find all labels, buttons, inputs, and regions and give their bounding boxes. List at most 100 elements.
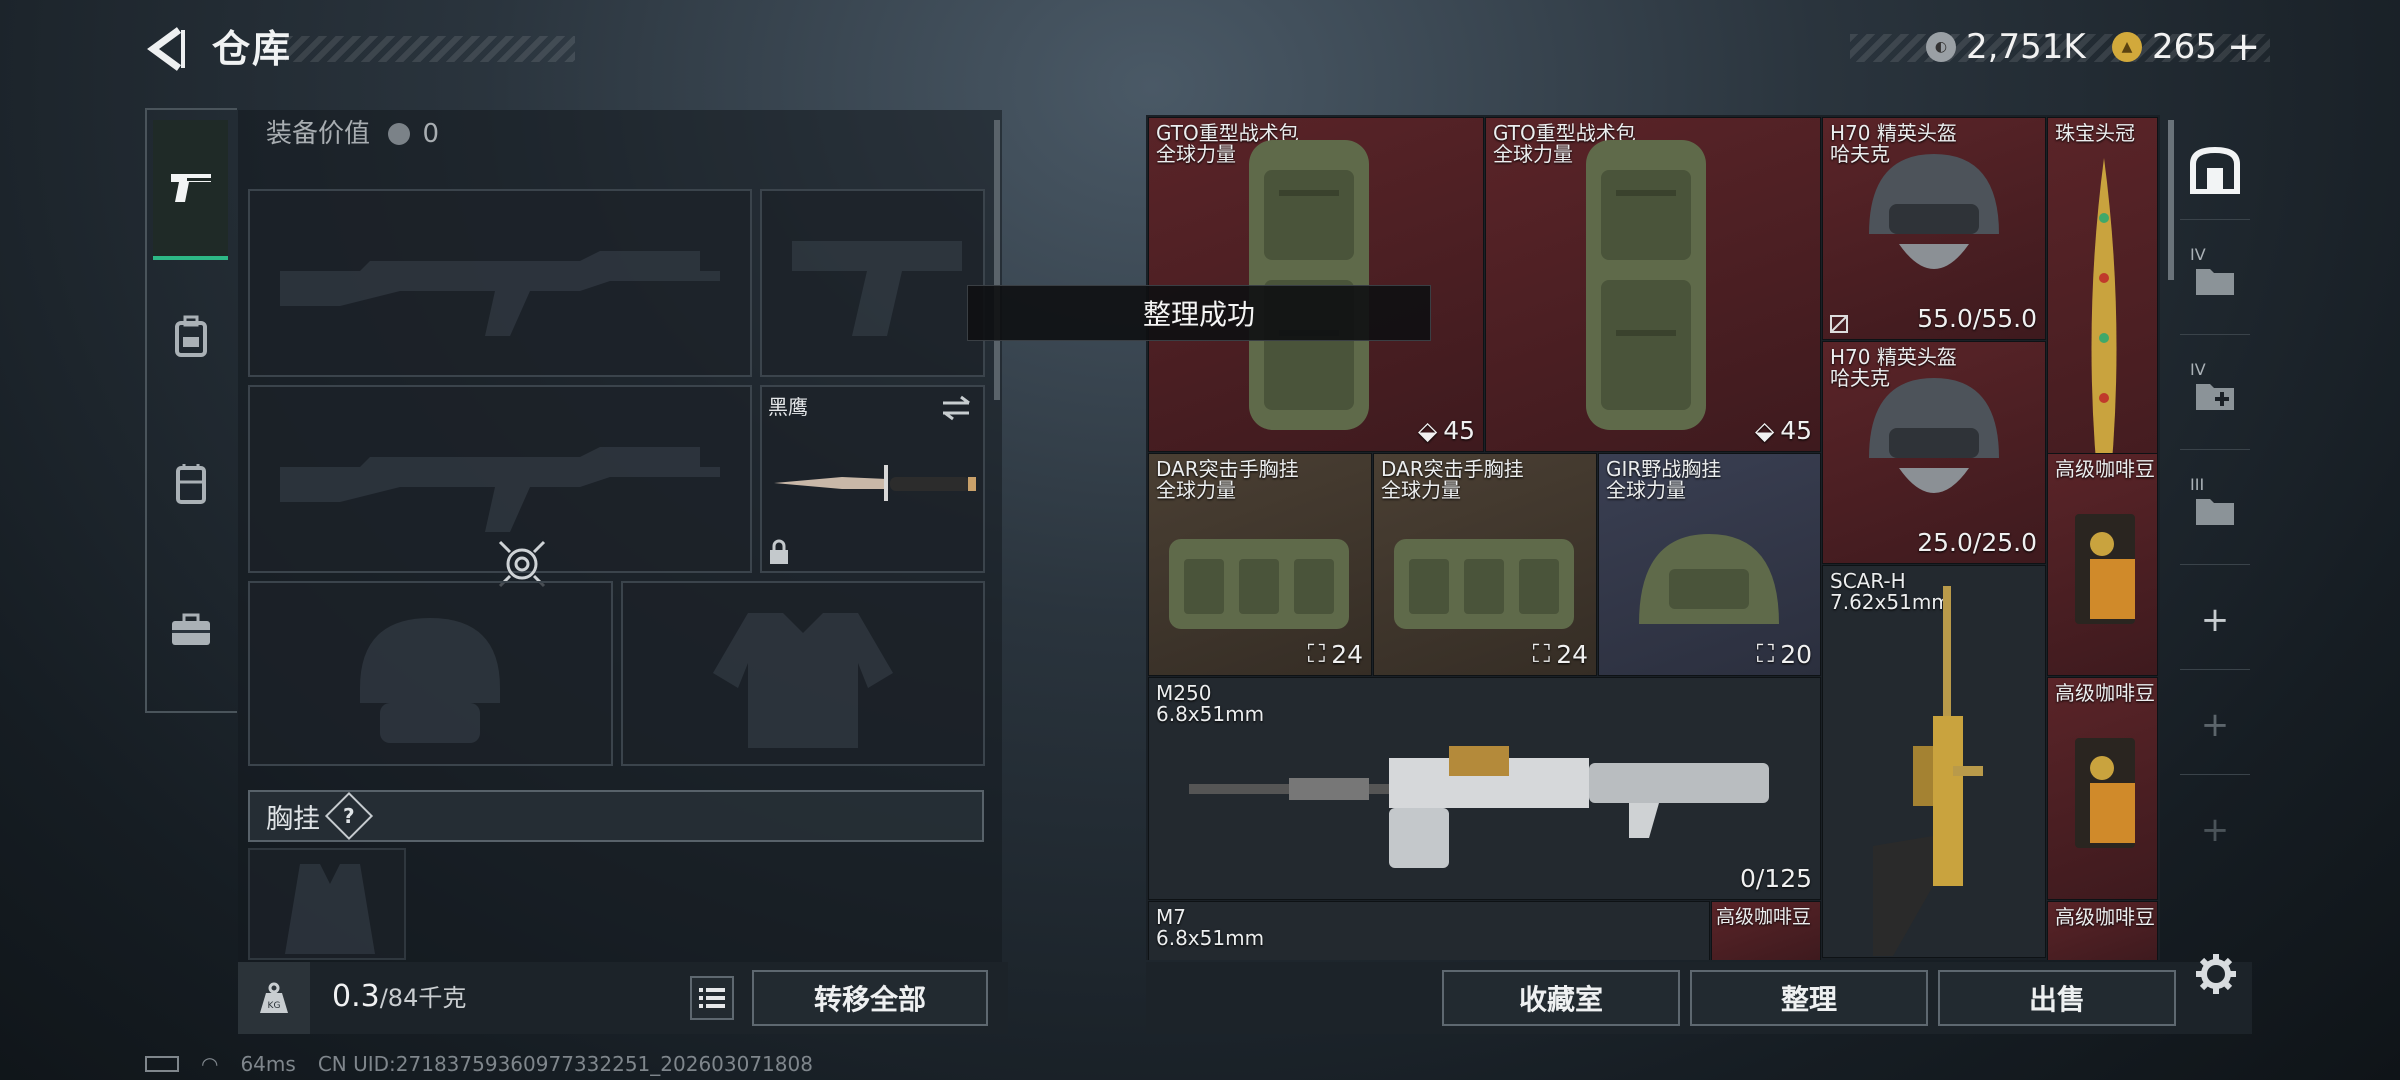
item-count: 24 [1556, 639, 1588, 669]
item-rig-1[interactable]: DAR突击手胸挂 全球力量 ⛶ 24 [1148, 453, 1372, 676]
add-box-tier4-icon [2196, 383, 2234, 410]
backpack-icon [174, 315, 207, 357]
vest-icon [175, 464, 206, 504]
machine-gun-image [1189, 746, 1769, 868]
chest-rig-image [1639, 534, 1779, 624]
add-storage-button[interactable]: + [2180, 570, 2250, 670]
back-button[interactable] [140, 22, 190, 76]
knife-image [774, 465, 976, 501]
item-rig-3[interactable]: GIR野战胸挂 全球力量 ⛶ 20 [1598, 453, 1821, 676]
equipment-scrollbar[interactable] [994, 120, 1000, 400]
tab-safe-box[interactable] [2180, 120, 2250, 220]
item-rig-2[interactable]: DAR突击手胸挂 全球力量 ⛶ 24 [1373, 453, 1597, 676]
item-m250[interactable]: M250 6.8x51mm 0/125 [1148, 677, 1821, 900]
rifle-silhouette-icon-2 [280, 447, 720, 532]
item-scar-h[interactable]: SCAR-H 7.62x51mm [1822, 565, 2046, 958]
tab-weapons[interactable] [153, 120, 228, 260]
armor-slot[interactable] [621, 581, 985, 766]
silver-coin-icon: ◐ [1926, 32, 1956, 62]
settings-button[interactable] [2192, 950, 2240, 998]
knife-slot[interactable]: 黑鹰 [760, 385, 985, 573]
box-tier3-icon [2196, 498, 2234, 525]
helmet-silhouette-icon [360, 618, 500, 743]
lock-icon [770, 539, 788, 564]
item-count: 20 [1780, 639, 1812, 669]
item-helmet-2[interactable]: H70 精英头盔 哈夫克 25.0/25.0 [1822, 341, 2046, 564]
item-m7[interactable]: M7 6.8x51mm [1148, 901, 1710, 960]
item-sub: 全球力量 [1381, 478, 1461, 502]
item-name: DAR突击手胸挂 [1156, 457, 1299, 481]
item-sub: 全球力量 [1606, 478, 1686, 502]
collection-room-button[interactable]: 收藏室 [1442, 970, 1680, 1026]
helmet-image [1869, 154, 1999, 269]
silver-amount: 2,751K [1966, 27, 2086, 67]
tab-vest[interactable] [153, 413, 228, 553]
add-storage-button-2[interactable]: + [2180, 675, 2250, 775]
item-coffee-4[interactable]: 高级咖啡豆 [2047, 901, 2158, 960]
tab-box-iv-2[interactable]: IV [2180, 340, 2250, 450]
title-decoration [285, 36, 575, 62]
tab-supplies[interactable] [153, 560, 228, 700]
gold-currency: ▲ 265 + [2112, 24, 2260, 70]
item-coffee-2[interactable]: 高级咖啡豆 [2047, 677, 2158, 900]
item-name: 珠宝头冠 [2055, 121, 2135, 145]
item-count: 0/125 [1739, 864, 1812, 893]
pistol-slot[interactable] [760, 189, 985, 377]
svg-text:KG: KG [268, 1001, 281, 1011]
add-gold-button[interactable]: + [2227, 24, 2261, 70]
add-storage-button-3[interactable]: + [2180, 780, 2250, 880]
transfer-all-button[interactable]: 转移全部 [752, 970, 988, 1026]
item-count: 55.0/55.0 [1917, 304, 2037, 333]
left-tabs [145, 108, 237, 713]
item-name: 高级咖啡豆 [1716, 906, 1812, 928]
coffee-bag-image [2075, 514, 2135, 624]
weight-bar: KG 0.3/84千克 转移全部 [238, 962, 1008, 1034]
golden-rifle-image [1873, 586, 1983, 956]
capacity-icon: ⛶ [1307, 639, 1326, 668]
uid-text: CN UID:271837593609773322​51_20260307180… [317, 1052, 813, 1076]
wifi-icon: ◠ [201, 1052, 219, 1076]
item-coffee-3[interactable]: 高级咖啡豆 [1711, 901, 1821, 960]
item-name: 高级咖啡豆 [2055, 681, 2155, 705]
durability-icon [1830, 315, 1848, 333]
tab-box-iii[interactable]: III [2180, 455, 2250, 565]
silver-currency: ◐ 2,751K [1926, 24, 2086, 70]
item-name: 高级咖啡豆 [2055, 457, 2155, 481]
status-bar: ◠ 64ms CN UID:271837593609773322​51_2026… [145, 1052, 813, 1076]
toast-message: 整理成功 [967, 285, 1431, 341]
item-count: 25.0/25.0 [1917, 528, 2037, 557]
chevron-left-icon [147, 27, 185, 71]
pistol-silhouette-icon [792, 241, 962, 336]
help-icon[interactable]: ? [324, 791, 374, 841]
item-count: 45 [1780, 416, 1812, 445]
item-name: H70 精英头盔 [1830, 345, 1957, 369]
item-name: H70 精英头盔 [1830, 121, 1957, 145]
item-count: 24 [1331, 639, 1363, 669]
briefcase-icon [171, 613, 210, 645]
sell-button[interactable]: 出售 [1938, 970, 2176, 1026]
storage-scrollbar[interactable] [2168, 120, 2174, 280]
weight-value: 0.3/84千克 [332, 978, 466, 1014]
item-helmet-1[interactable]: H70 精英头盔 哈夫克 55.0/55.0 [1822, 117, 2046, 340]
chest-rig-slot[interactable] [248, 848, 406, 960]
sort-button[interactable]: 整理 [1690, 970, 1928, 1026]
value-coin-icon [388, 123, 411, 145]
tab-box-iv-1[interactable]: IV [2180, 225, 2250, 335]
chest-rig-image [1169, 539, 1349, 629]
item-backpack-2[interactable]: GTO重型战术包 全球力量 ⬙ 45 [1485, 117, 1821, 452]
weight-small-icon: ⬙ [1417, 416, 1438, 445]
primary-weapon-slot[interactable] [248, 189, 752, 377]
list-icon [699, 988, 725, 1008]
equipment-value-amount: 0 [422, 119, 440, 149]
tab-backpack[interactable] [153, 266, 228, 406]
list-view-button[interactable] [690, 976, 734, 1020]
capacity-icon: ⛶ [1756, 639, 1775, 668]
gear-icon [2196, 954, 2236, 994]
item-coffee-1[interactable]: 高级咖啡豆 [2047, 453, 2158, 676]
gold-coin-icon: ▲ [2112, 32, 2142, 62]
helmet-slot[interactable] [248, 581, 613, 766]
weight-max: /84千克 [379, 984, 467, 1012]
swap-icon[interactable] [941, 395, 973, 421]
item-name: GIR野战胸挂 [1606, 457, 1722, 481]
item-name: M250 [1156, 681, 1212, 705]
